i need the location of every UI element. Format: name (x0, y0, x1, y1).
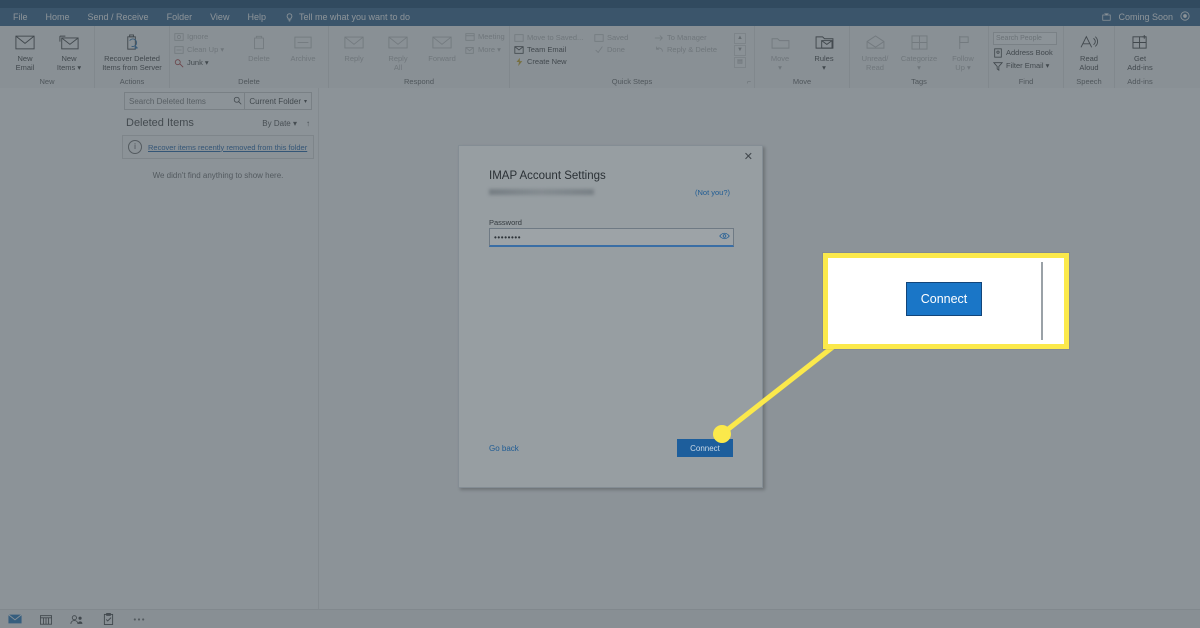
eye-icon[interactable] (715, 232, 733, 242)
zoomed-connect-button[interactable]: Connect (906, 282, 982, 316)
callout-anchor-dot (713, 425, 731, 443)
not-you-link[interactable]: (Not you?) (695, 188, 730, 197)
account-email-redacted (489, 189, 594, 195)
password-value[interactable]: •••••••• (490, 233, 715, 242)
dialog-edge-line (1041, 262, 1043, 340)
password-label: Password (489, 218, 522, 227)
dialog-title: IMAP Account Settings (489, 170, 606, 182)
close-icon[interactable]: ✕ (744, 152, 753, 163)
password-field[interactable]: •••••••• (489, 228, 734, 247)
zoom-callout-box: Connect (823, 253, 1069, 349)
go-back-link[interactable]: Go back (489, 444, 519, 453)
